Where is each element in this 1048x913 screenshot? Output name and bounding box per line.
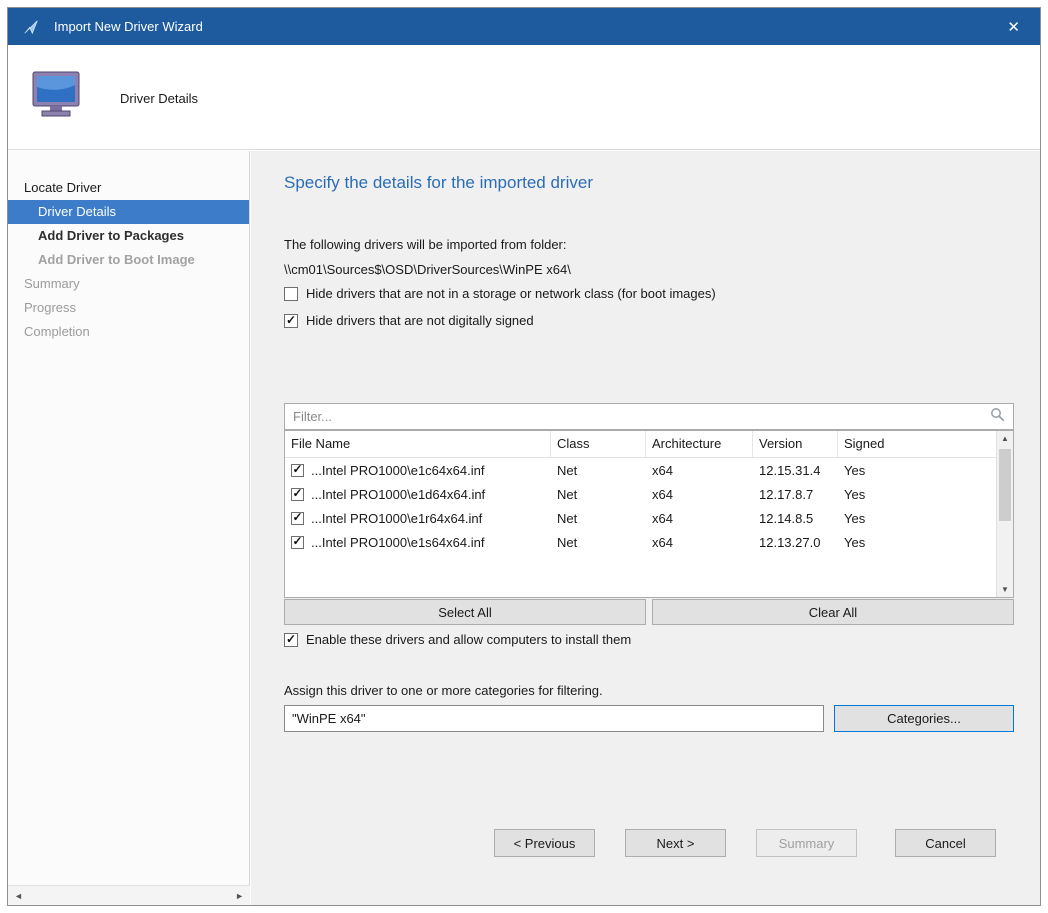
import-folder-path: \\cm01\Sources$\OSD\DriverSources\WinPE … xyxy=(284,262,571,277)
file-name-cell: ...Intel PRO1000\e1d64x64.inf xyxy=(311,487,485,502)
previous-button[interactable]: < Previous xyxy=(494,829,595,857)
vertical-scrollbar[interactable]: ▲ ▼ xyxy=(996,431,1013,597)
select-clear-row: Select All Clear All xyxy=(284,599,1014,625)
category-input[interactable] xyxy=(284,705,824,732)
hide-unsigned-checkbox-row: Hide drivers that are not digitally sign… xyxy=(284,313,534,328)
class-cell: Net xyxy=(551,487,646,502)
sidebar-item-progress: Progress xyxy=(8,296,249,320)
hide-unsigned-label: Hide drivers that are not digitally sign… xyxy=(306,313,534,328)
filter-box xyxy=(284,403,1014,430)
file-name-cell: ...Intel PRO1000\e1c64x64.inf xyxy=(311,463,484,478)
enable-drivers-checkbox[interactable] xyxy=(284,633,298,647)
wizard-header: Driver Details xyxy=(8,45,1040,150)
sidebar-item-add-driver-to-boot-image: Add Driver to Boot Image xyxy=(8,248,249,272)
version-cell: 12.17.8.7 xyxy=(753,487,838,502)
class-cell: Net xyxy=(551,511,646,526)
column-header-class[interactable]: Class xyxy=(551,431,646,457)
scrollbar-thumb[interactable] xyxy=(999,449,1011,521)
enable-drivers-checkbox-row: Enable these drivers and allow computers… xyxy=(284,632,631,647)
architecture-cell: x64 xyxy=(646,511,753,526)
row-checkbox[interactable] xyxy=(291,512,304,525)
wizard-window: Import New Driver Wizard ✕ Driver Detail… xyxy=(7,7,1041,906)
select-all-button[interactable]: Select All xyxy=(284,599,646,625)
scroll-up-icon[interactable]: ▲ xyxy=(1001,434,1009,443)
filter-input[interactable] xyxy=(293,409,990,424)
column-header-architecture[interactable]: Architecture xyxy=(646,431,753,457)
close-button[interactable]: ✕ xyxy=(1001,16,1026,38)
window-title: Import New Driver Wizard xyxy=(54,19,203,34)
hide-storage-checkbox[interactable] xyxy=(284,287,298,301)
table-row[interactable]: ...Intel PRO1000\e1d64x64.inf Net x64 12… xyxy=(285,482,996,506)
wizard-body: Locate Driver Driver Details Add Driver … xyxy=(8,151,1040,905)
signed-cell: Yes xyxy=(838,463,996,478)
version-cell: 12.14.8.5 xyxy=(753,511,838,526)
enable-drivers-label: Enable these drivers and allow computers… xyxy=(306,632,631,647)
scroll-left-icon[interactable]: ◄ xyxy=(14,891,23,901)
cancel-button[interactable]: Cancel xyxy=(895,829,996,857)
table-row[interactable]: ...Intel PRO1000\e1c64x64.inf Net x64 12… xyxy=(285,458,996,482)
categories-button[interactable]: Categories... xyxy=(834,705,1014,732)
page-title: Driver Details xyxy=(120,91,198,106)
signed-cell: Yes xyxy=(838,487,996,502)
architecture-cell: x64 xyxy=(646,463,753,478)
summary-button: Summary xyxy=(756,829,857,857)
clear-all-button[interactable]: Clear All xyxy=(652,599,1014,625)
sidebar-item-locate-driver[interactable]: Locate Driver xyxy=(8,176,249,200)
sidebar-item-completion: Completion xyxy=(8,320,249,344)
architecture-cell: x64 xyxy=(646,487,753,502)
table-row[interactable]: ...Intel PRO1000\e1s64x64.inf Net x64 12… xyxy=(285,530,996,554)
row-checkbox[interactable] xyxy=(291,488,304,501)
signed-cell: Yes xyxy=(838,535,996,550)
version-cell: 12.15.31.4 xyxy=(753,463,838,478)
row-checkbox[interactable] xyxy=(291,536,304,549)
footer-buttons: < Previous Next > Summary Cancel xyxy=(284,829,996,857)
wizard-icon xyxy=(22,17,42,37)
hide-unsigned-checkbox[interactable] xyxy=(284,314,298,328)
file-name-cell: ...Intel PRO1000\e1r64x64.inf xyxy=(311,511,482,526)
sidebar-item-add-driver-to-packages[interactable]: Add Driver to Packages xyxy=(8,224,249,248)
class-cell: Net xyxy=(551,463,646,478)
assign-category-text: Assign this driver to one or more catego… xyxy=(284,683,603,698)
table-row[interactable]: ...Intel PRO1000\e1r64x64.inf Net x64 12… xyxy=(285,506,996,530)
driver-table: File Name Class Architecture Version Sig… xyxy=(284,430,1014,598)
titlebar: Import New Driver Wizard ✕ xyxy=(8,8,1040,45)
column-header-signed[interactable]: Signed xyxy=(838,431,996,457)
computer-icon xyxy=(32,71,90,124)
content-heading: Specify the details for the imported dri… xyxy=(284,173,593,193)
signed-cell: Yes xyxy=(838,511,996,526)
wizard-content: Specify the details for the imported dri… xyxy=(251,151,1040,905)
next-button[interactable]: Next > xyxy=(625,829,726,857)
scroll-down-icon[interactable]: ▼ xyxy=(1001,585,1009,594)
driver-table-header: File Name Class Architecture Version Sig… xyxy=(285,431,996,458)
import-folder-intro: The following drivers will be imported f… xyxy=(284,237,567,252)
class-cell: Net xyxy=(551,535,646,550)
hide-storage-checkbox-row: Hide drivers that are not in a storage o… xyxy=(284,286,716,301)
scroll-right-icon[interactable]: ► xyxy=(235,891,244,901)
sidebar-item-driver-details[interactable]: Driver Details xyxy=(8,200,249,224)
version-cell: 12.13.27.0 xyxy=(753,535,838,550)
search-icon xyxy=(990,407,1005,427)
column-header-version[interactable]: Version xyxy=(753,431,838,457)
sidebar-item-summary: Summary xyxy=(8,272,249,296)
architecture-cell: x64 xyxy=(646,535,753,550)
horizontal-scrollbar[interactable]: ◄ ► xyxy=(8,885,250,905)
hide-storage-label: Hide drivers that are not in a storage o… xyxy=(306,286,716,301)
wizard-steps-sidebar: Locate Driver Driver Details Add Driver … xyxy=(8,151,250,905)
file-name-cell: ...Intel PRO1000\e1s64x64.inf xyxy=(311,535,484,550)
row-checkbox[interactable] xyxy=(291,464,304,477)
column-header-file-name[interactable]: File Name xyxy=(285,431,551,457)
